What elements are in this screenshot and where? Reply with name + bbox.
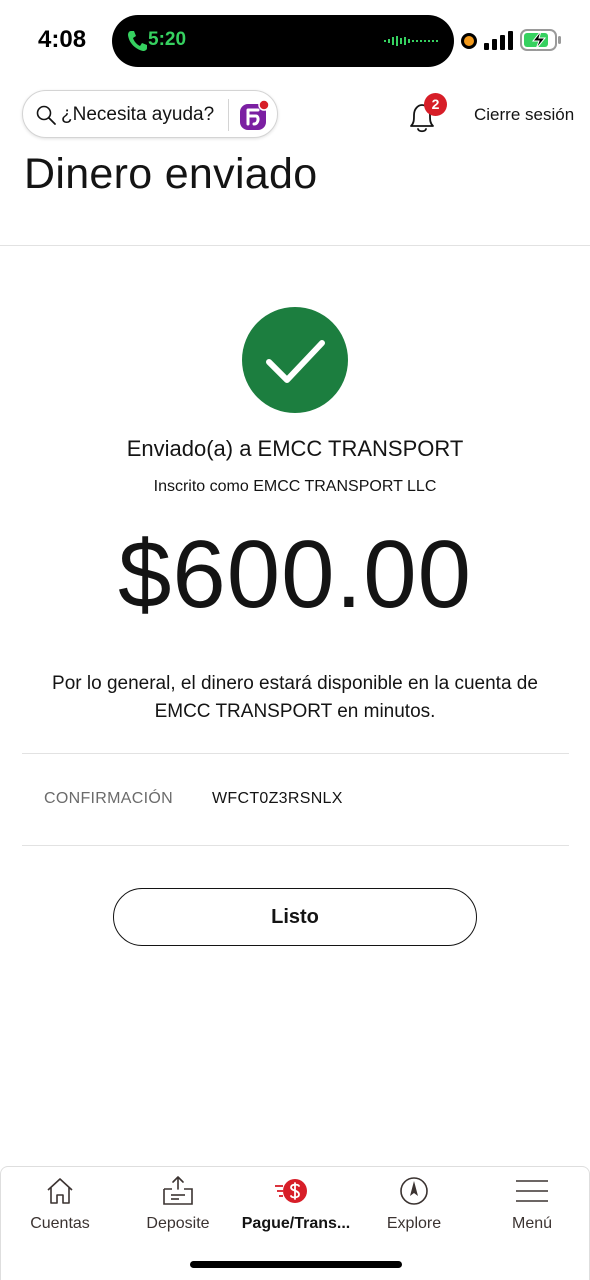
dynamic-island-call[interactable]: 5:20 [112,15,454,67]
hamburger-menu-icon [516,1180,548,1202]
tab-pay-transfer-label: Pague/Trans... [241,1215,351,1232]
recording-indicator-icon [461,33,477,49]
help-pill-divider [228,99,229,131]
confirmation-top-divider [22,753,569,754]
audio-waveform-icon [384,36,438,46]
tab-accounts-label: Cuentas [30,1215,90,1232]
check-icon [266,340,325,383]
status-time: 4:08 [38,26,87,53]
confirmation-number: WFCT0Z3RSNLX [212,790,343,807]
page-title: Dinero enviado [24,150,318,198]
tab-deposit[interactable]: Deposite [119,1167,237,1247]
tab-accounts[interactable]: Cuentas [1,1167,119,1247]
cellular-signal-icon [484,31,513,50]
notification-count-badge: 2 [424,93,447,116]
virtual-assistant-icon[interactable] [237,99,271,133]
recipient-registered-name: Inscrito como EMCC TRANSPORT LLC [153,478,437,495]
header-divider [0,245,590,246]
compass-icon [400,1177,428,1205]
logout-link[interactable]: Cierre sesión [474,105,574,125]
status-bar: 4:08 5:20 [0,0,590,80]
deposit-icon [163,1176,193,1205]
home-icon [47,1178,73,1204]
help-search-pill[interactable]: ¿Necesita ayuda? [22,90,278,138]
help-search-placeholder: ¿Necesita ayuda? [61,104,215,125]
phone-call-icon [128,31,147,51]
call-duration: 5:20 [148,29,187,50]
pay-transfer-icon [275,1179,307,1203]
confirmation-bottom-divider [22,845,569,846]
tab-deposit-label: Deposite [146,1215,210,1232]
confirmation-label: CONFIRMACIÓN [44,790,173,807]
tab-explore[interactable]: Explore [355,1167,473,1247]
battery-charging-icon [520,29,561,51]
done-button[interactable]: Listo [113,888,477,946]
availability-note: Por lo general, el dinero estará disponi… [52,673,538,722]
tab-explore-label: Explore [386,1215,442,1232]
success-status-circle [242,307,348,413]
tab-menu[interactable]: Menú [473,1167,590,1247]
recipient-heading: Enviado(a) a EMCC TRANSPORT [126,436,464,461]
tab-menu-label: Menú [511,1215,553,1232]
tab-pay-transfer[interactable]: Pague/Trans... [237,1167,355,1247]
search-icon [36,105,56,125]
transfer-amount: $600.00 [117,521,472,628]
home-indicator[interactable] [190,1261,402,1268]
